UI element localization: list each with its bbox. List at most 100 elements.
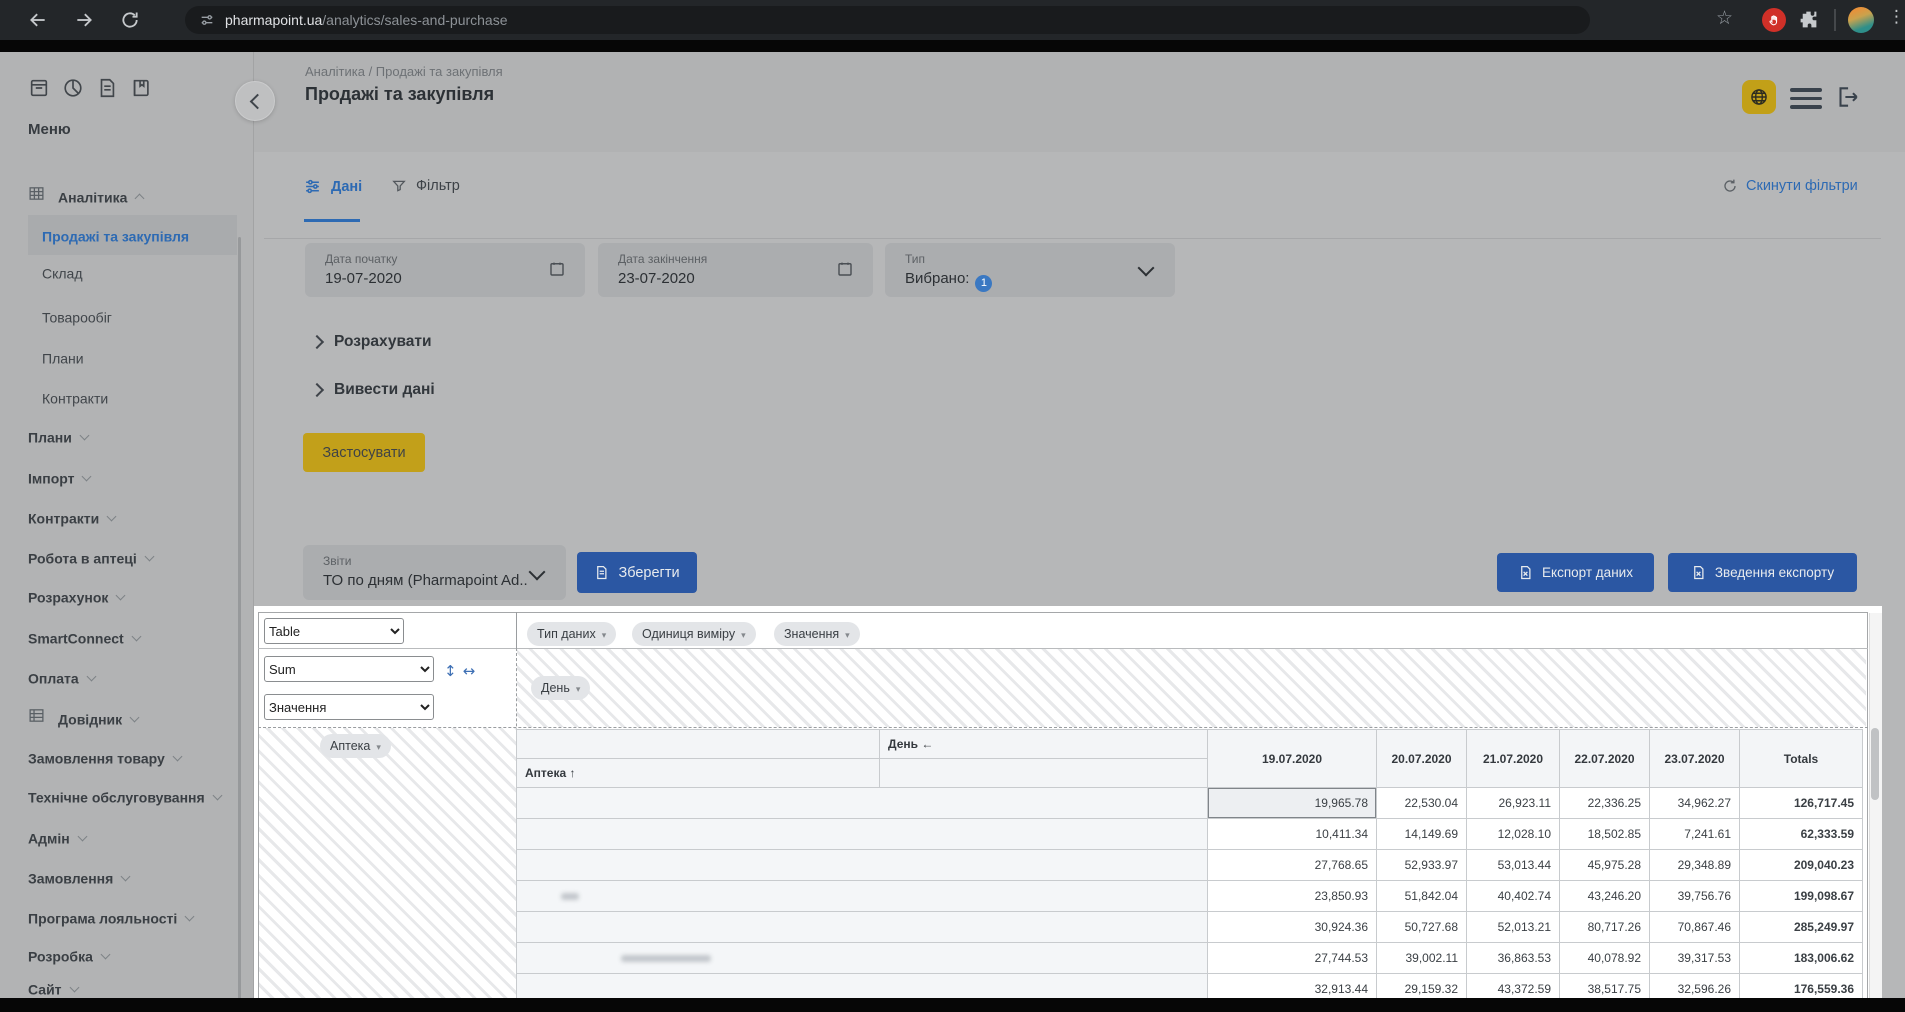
value-cell[interactable]: 12,028.10	[1467, 819, 1560, 850]
value-cell[interactable]: 50,727.68	[1377, 912, 1467, 943]
value-cell[interactable]: 27,768.65	[1208, 850, 1377, 881]
pivot-scrollbar-thumb[interactable]	[1871, 728, 1879, 800]
value-cell[interactable]: 53,013.44	[1467, 850, 1560, 881]
sidebar-item-9[interactable]: Робота в аптеці	[0, 544, 253, 570]
value-cell[interactable]: 40,402.74	[1467, 881, 1560, 912]
apply-button[interactable]: Застосувати	[303, 433, 425, 472]
sidebar-item-16[interactable]: Адмін	[0, 824, 253, 850]
hamburger-menu-icon[interactable]	[1790, 88, 1822, 110]
pivot-column-dropzone[interactable]	[517, 649, 1866, 727]
value-cell[interactable]: 40,078.92	[1560, 943, 1650, 974]
profile-avatar[interactable]	[1848, 7, 1874, 33]
value-cell[interactable]: 39,756.76	[1650, 881, 1740, 912]
sidebar-item-2[interactable]: Склад	[0, 259, 253, 285]
url-bar[interactable]: pharmapoint.ua/analytics/sales-and-purch…	[185, 6, 1590, 34]
move-arrows-icon[interactable]: ↕↔	[444, 662, 481, 680]
value-cell[interactable]: 19,965.78	[1208, 788, 1377, 819]
renderer-select[interactable]: Table	[264, 618, 404, 644]
calendar-icon[interactable]	[836, 260, 854, 278]
row-attribute-pill[interactable]: Аптека▾	[320, 734, 391, 758]
type-select-field[interactable]: Тип Вибрано:1	[885, 243, 1175, 297]
value-cell[interactable]: 10,411.34	[1208, 819, 1377, 850]
row-axis-label[interactable]: Аптека ↑	[517, 759, 880, 788]
save-report-button[interactable]: Зберегти	[577, 552, 697, 593]
attribute-pill-1[interactable]: Одиниця виміру▾	[632, 622, 756, 646]
extensions-puzzle-icon[interactable]	[1798, 9, 1819, 30]
value-cell[interactable]: 26,923.11	[1467, 788, 1560, 819]
column-axis-label[interactable]: День ←	[880, 730, 1208, 759]
sidebar-item-15[interactable]: Технічне обслуговування	[0, 783, 253, 809]
sidebar-item-4[interactable]: Плани	[0, 344, 253, 370]
value-cell[interactable]: 18,502.85	[1560, 819, 1650, 850]
value-cell[interactable]: 23,850.93	[1208, 881, 1377, 912]
xlsx-file-icon	[1518, 565, 1533, 580]
value-cell[interactable]: 80,717.26	[1560, 912, 1650, 943]
row-total-cell[interactable]: 285,249.97	[1740, 912, 1863, 943]
value-cell[interactable]: 39,002.11	[1377, 943, 1467, 974]
column-attribute-pill[interactable]: День▾	[531, 676, 590, 700]
attribute-pill-0[interactable]: Тип даних▾	[527, 622, 616, 646]
sidebar-item-13[interactable]: Довідник	[0, 705, 253, 731]
date-end-field[interactable]: Дата закінчення 23-07-2020	[598, 243, 873, 297]
sidebar-item-1[interactable]: Продажі та закупівля	[0, 222, 253, 248]
aggregator-select[interactable]: Sum	[264, 656, 434, 682]
sidebar-item-10[interactable]: Розрахунок	[0, 583, 253, 609]
sidebar-item-14[interactable]: Замовлення товару	[0, 744, 253, 770]
sidebar-item-12[interactable]: Оплата	[0, 664, 253, 690]
value-cell[interactable]: 51,842.04	[1377, 881, 1467, 912]
value-cell[interactable]: 7,241.61	[1650, 819, 1740, 850]
value-cell[interactable]: 27,744.53	[1208, 943, 1377, 974]
sidebar-item-6[interactable]: Плани	[0, 423, 253, 449]
value-cell[interactable]: 45,975.28	[1560, 850, 1650, 881]
row-total-cell[interactable]: 183,006.62	[1740, 943, 1863, 974]
sidebar-item-18[interactable]: Програма лояльності	[0, 904, 253, 930]
pivot-scrollbar-track[interactable]	[1869, 613, 1882, 998]
sidebar-item-label: Замовлення	[28, 870, 113, 886]
sidebar-item-19[interactable]: Розробка	[0, 942, 253, 968]
value-cell[interactable]: 52,933.97	[1377, 850, 1467, 881]
value-cell[interactable]: 22,336.25	[1560, 788, 1650, 819]
value-cell[interactable]: 34,962.27	[1650, 788, 1740, 819]
row-total-cell[interactable]: 209,040.23	[1740, 850, 1863, 881]
row-total-cell[interactable]: 199,098.67	[1740, 881, 1863, 912]
sidebar-item-17[interactable]: Замовлення	[0, 864, 253, 890]
tab-data[interactable]: Дані	[304, 178, 362, 195]
sidebar-item-7[interactable]: Імпорт	[0, 464, 253, 490]
sidebar-item-3[interactable]: Товарообіг	[0, 303, 253, 329]
language-globe-button[interactable]	[1742, 80, 1776, 114]
value-cell[interactable]: 43,246.20	[1560, 881, 1650, 912]
bookmark-star-icon[interactable]: ☆	[1716, 7, 1733, 30]
sidebar-item-0[interactable]: Аналітика	[0, 183, 253, 209]
sidebar-item-11[interactable]: SmartConnect	[0, 624, 253, 650]
logout-icon[interactable]	[1834, 84, 1860, 110]
sidebar-item-8[interactable]: Контракти	[0, 504, 253, 530]
sidebar-item-5[interactable]: Контракти	[0, 384, 253, 410]
attribute-pill-2[interactable]: Значення▾	[774, 622, 860, 646]
value-cell[interactable]: 29,348.89	[1650, 850, 1740, 881]
reset-filters-link[interactable]: Скинути фільтри	[1722, 178, 1858, 194]
value-cell[interactable]: 22,530.04	[1377, 788, 1467, 819]
value-cell[interactable]: 70,867.46	[1650, 912, 1740, 943]
browser-menu-icon[interactable]: ⋮	[1888, 7, 1905, 27]
row-total-cell[interactable]: 62,333.59	[1740, 819, 1863, 850]
row-total-cell[interactable]: 126,717.45	[1740, 788, 1863, 819]
value-cell[interactable]: 14,149.69	[1377, 819, 1467, 850]
calculate-section-toggle[interactable]: Розрахувати	[312, 333, 432, 351]
value-cell[interactable]: 36,863.53	[1467, 943, 1560, 974]
output-section-toggle[interactable]: Вивести дані	[312, 381, 435, 399]
aggregator-arg-select[interactable]: Значення	[264, 694, 434, 720]
export-data-button[interactable]: Експорт даних	[1497, 553, 1654, 592]
collapse-sidebar-button[interactable]	[235, 81, 275, 121]
value-cell[interactable]: 52,013.21	[1467, 912, 1560, 943]
chevron-left-icon	[249, 93, 265, 109]
adblock-extension-icon[interactable]	[1762, 8, 1786, 32]
report-select-field[interactable]: Звіти ТО по дням (Pharmapoint Ad...	[303, 545, 566, 600]
calendar-icon[interactable]	[548, 260, 566, 278]
value-cell[interactable]: 30,924.36	[1208, 912, 1377, 943]
date-start-field[interactable]: Дата початку 19-07-2020	[305, 243, 585, 297]
tab-filter[interactable]: Фільтр	[391, 178, 460, 194]
sidebar-scrollbar[interactable]	[238, 237, 241, 1012]
export-summary-button[interactable]: Зведення експорту	[1668, 553, 1857, 592]
pivot-row-dropzone[interactable]	[259, 728, 516, 998]
value-cell[interactable]: 39,317.53	[1650, 943, 1740, 974]
